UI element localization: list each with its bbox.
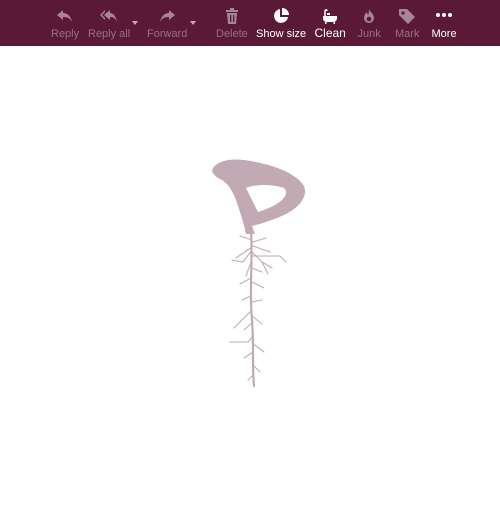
pie-chart-icon [272,8,290,24]
clean-label: Clean [314,26,346,40]
tag-icon [398,8,416,24]
show-size-button[interactable]: Show size [256,0,307,46]
mail-toolbar: Reply Reply all Forward Delete Show size… [0,0,500,46]
reply-icon [56,8,74,24]
mark-label: Mark [395,28,420,40]
reply-button[interactable]: Reply [51,0,79,46]
reply-all-icon [100,8,118,24]
reply-label: Reply [51,28,80,40]
more-label: More [431,28,457,40]
root-logo-icon [212,159,306,388]
forward-dropdown-caret[interactable] [190,21,196,25]
delete-label: Delete [216,28,248,40]
message-preview-area [0,46,500,500]
trash-icon [223,8,241,24]
junk-button[interactable]: Junk [357,0,381,46]
bathtub-icon [321,8,339,24]
reply-all-button[interactable]: Reply all [88,0,130,46]
forward-icon [158,8,176,24]
more-dots-icon [435,8,453,24]
junk-label: Junk [357,28,381,40]
more-button[interactable]: More [431,0,457,46]
reply-all-dropdown-caret[interactable] [132,21,138,25]
mark-button[interactable]: Mark [394,0,420,46]
show-size-label: Show size [256,28,307,40]
forward-label: Forward [147,28,188,40]
clean-button[interactable]: Clean [314,0,346,46]
forward-button[interactable]: Forward [147,0,187,46]
reply-all-label: Reply all [88,28,131,40]
delete-button[interactable]: Delete [216,0,248,46]
flame-icon [360,8,378,24]
